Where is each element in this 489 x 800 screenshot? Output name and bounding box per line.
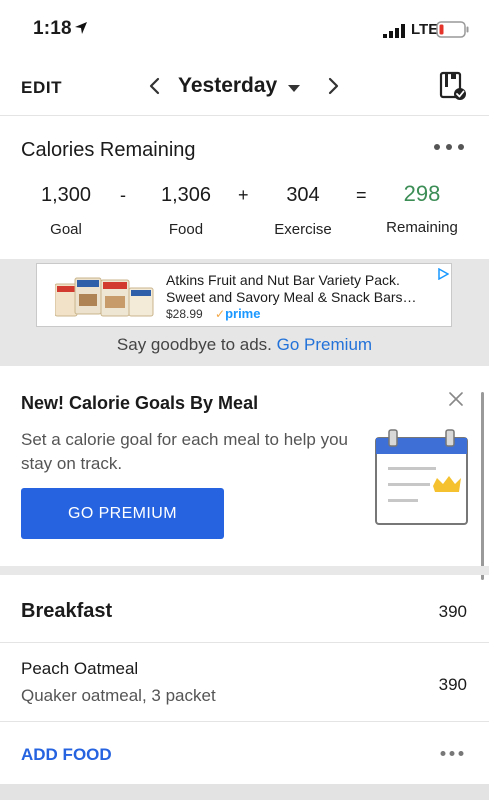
add-food-button[interactable]: ADD FOOD [21,745,112,765]
calories-remaining-card[interactable]: Calories Remaining 1,300 Goal - 1,306 Fo… [0,117,489,259]
ad-title-line1: Atkins Fruit and Nut Bar Variety Pack. [166,272,400,288]
promo-description: Set a calorie goal for each meal to help… [21,430,348,473]
product-image [55,277,154,317]
exercise-column: 304 Exercise [265,184,341,238]
meal-header-breakfast[interactable]: Breakfast 390 [0,575,489,643]
prime-label: prime [225,306,261,321]
prime-badge: ✓prime [215,306,261,321]
meal-footer: ADD FOOD [0,722,489,784]
remove-ads-message: Say goodbye to ads. [116,335,272,354]
location-arrow-icon [75,22,87,34]
more-dots-icon[interactable] [433,143,465,151]
battery-low-icon [436,21,469,38]
status-bar: 1:18 LTE [0,0,489,58]
diary-check-icon[interactable] [439,71,467,101]
diary-navbar: EDIT Yesterday [0,58,489,116]
goal-column: 1,300 Goal [30,184,102,238]
exercise-value: 304 [286,184,320,206]
section-divider [0,784,489,800]
plus-operator: + [238,185,249,205]
meal-goals-promo-card: New! Calorie Goals By Meal Set a calorie… [0,366,489,566]
status-time: 1:18 [33,18,72,39]
chevron-right-icon[interactable] [325,76,341,96]
calendar-crown-icon [375,429,468,525]
food-column: 1,306 Food [148,184,224,238]
caret-down-icon[interactable] [287,83,301,93]
ad-area: Atkins Fruit and Nut Bar Variety Pack. S… [0,259,489,366]
date-selector[interactable]: Yesterday [178,74,277,98]
equals-operator: = [356,185,367,205]
ad-price: $28.99 [166,307,203,321]
remaining-value: 298 [403,181,441,206]
meal-title: Breakfast [21,600,113,622]
remove-ads-text: Say goodbye to ads. Go Premium [0,335,489,355]
calories-title: Calories Remaining [21,139,196,161]
remaining-label: Remaining [386,219,458,236]
go-premium-button[interactable]: GO PREMIUM [21,488,224,539]
ad-title-line2: Sweet and Savory Meal & Snack Bars… [166,289,417,305]
goal-label: Goal [50,221,82,238]
signal-icon [383,24,405,38]
minus-operator: - [120,185,126,205]
go-premium-link[interactable]: Go Premium [277,335,372,354]
food-label: Food [168,221,204,238]
food-value: 1,306 [160,184,212,206]
meal-calories: 390 [438,602,467,621]
remaining-column: 298 Remaining [380,181,464,236]
adchoices-icon[interactable] [437,268,449,280]
section-divider [0,566,489,575]
food-name: Peach Oatmeal [21,659,139,678]
ad-banner[interactable]: Atkins Fruit and Nut Bar Variety Pack. S… [36,263,452,327]
more-dots-icon[interactable] [440,750,464,757]
network-type: LTE [411,21,439,38]
scrollbar[interactable] [481,392,484,580]
edit-button[interactable]: EDIT [21,78,62,98]
close-icon[interactable] [449,392,463,406]
goal-value: 1,300 [40,184,92,206]
chevron-left-icon[interactable] [147,76,163,96]
food-description: Quaker oatmeal, 3 packet [21,686,216,705]
exercise-label: Exercise [274,221,332,238]
food-calories: 390 [438,675,467,694]
promo-title: New! Calorie Goals By Meal [21,393,259,413]
food-entry[interactable]: Peach Oatmeal Quaker oatmeal, 3 packet 3… [0,644,489,722]
